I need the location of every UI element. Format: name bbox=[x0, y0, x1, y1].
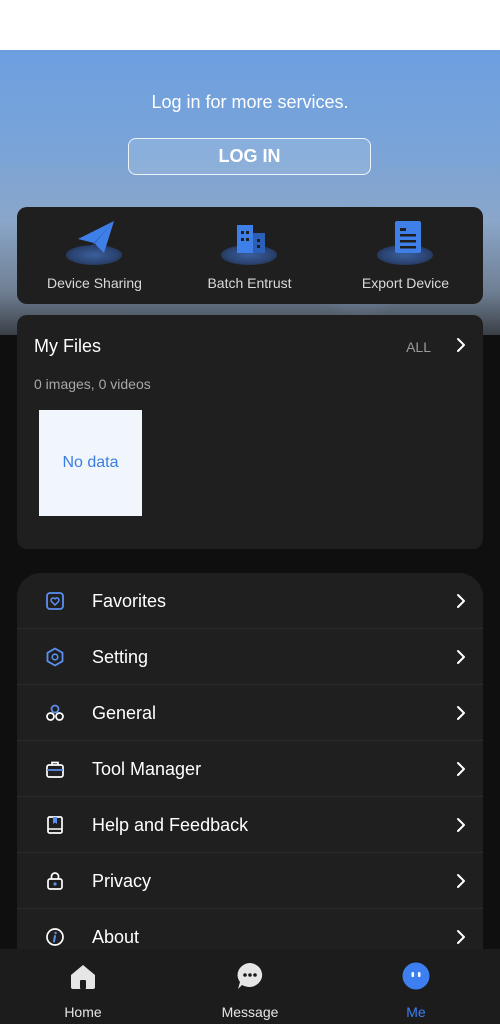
login-prompt: Log in for more services. bbox=[151, 92, 349, 112]
menu-item-help-feedback[interactable]: Help and Feedback bbox=[17, 797, 483, 853]
tab-message[interactable]: Message bbox=[167, 949, 333, 1024]
tab-label: Me bbox=[406, 1004, 426, 1020]
hexagon-gear-icon bbox=[46, 647, 64, 667]
login-button[interactable]: LOG IN bbox=[128, 138, 371, 175]
heart-box-icon bbox=[46, 592, 64, 610]
chevron-right-icon bbox=[457, 818, 465, 832]
menu-item-tool-manager[interactable]: Tool Manager bbox=[17, 741, 483, 797]
chevron-right-icon bbox=[457, 706, 465, 720]
bottom-tab-bar: Home Message Me bbox=[0, 949, 500, 1024]
export-device-icon-wrap bbox=[375, 217, 435, 269]
menu-item-privacy[interactable]: Privacy bbox=[17, 853, 483, 909]
tab-home[interactable]: Home bbox=[0, 949, 166, 1024]
menu-item-general[interactable]: General bbox=[17, 685, 483, 741]
menu-item-setting[interactable]: Setting bbox=[17, 629, 483, 685]
empty-files-placeholder: No data bbox=[39, 410, 142, 516]
chevron-right-icon bbox=[457, 874, 465, 888]
document-icon bbox=[395, 221, 421, 253]
info-icon bbox=[46, 928, 64, 946]
chevron-right-icon bbox=[457, 762, 465, 776]
paper-plane-icon bbox=[78, 221, 114, 253]
view-all-files-link[interactable]: ALL bbox=[406, 339, 431, 355]
quick-action-label: Batch Entrust bbox=[207, 275, 292, 291]
quick-action-label: Device Sharing bbox=[47, 275, 142, 291]
lock-icon bbox=[47, 872, 63, 890]
menu-item-label: Tool Manager bbox=[92, 759, 202, 779]
face-icon bbox=[402, 962, 430, 990]
tab-me[interactable]: Me bbox=[333, 949, 499, 1024]
buildings-icon bbox=[237, 225, 265, 253]
menu-item-label: General bbox=[92, 703, 157, 723]
chevron-right-icon bbox=[457, 930, 465, 944]
quick-actions-card: Device Sharing Batch Entrust Export Devi… bbox=[17, 207, 483, 304]
tab-label: Home bbox=[64, 1004, 102, 1020]
quick-action-label: Export Device bbox=[361, 275, 450, 291]
files-summary: 0 images, 0 videos bbox=[34, 376, 151, 392]
book-icon bbox=[47, 816, 63, 834]
menu-item-label: Privacy bbox=[92, 871, 152, 891]
chevron-right-icon bbox=[457, 650, 465, 664]
chevron-right-icon bbox=[457, 594, 465, 608]
device-sharing-icon-wrap bbox=[64, 217, 124, 269]
batch-entrust-icon-wrap bbox=[219, 217, 279, 269]
menu-item-label: About bbox=[92, 927, 140, 947]
home-icon bbox=[71, 965, 95, 989]
menu-item-label: Favorites bbox=[92, 591, 167, 611]
three-circles-icon bbox=[46, 704, 64, 721]
batch-entrust-button[interactable]: Batch Entrust bbox=[172, 207, 327, 304]
device-sharing-button[interactable]: Device Sharing bbox=[17, 207, 172, 304]
export-device-button[interactable]: Export Device bbox=[328, 207, 483, 304]
chevron-right-icon[interactable] bbox=[456, 337, 466, 353]
toolbox-icon bbox=[46, 761, 64, 778]
menu-item-favorites[interactable]: Favorites bbox=[17, 573, 483, 629]
chat-bubble-icon bbox=[237, 963, 263, 989]
menu-item-label: Help and Feedback bbox=[92, 815, 249, 835]
my-files-card: My Files ALL 0 images, 0 videos No data bbox=[17, 315, 483, 549]
tab-label: Message bbox=[221, 1004, 279, 1020]
status-bar bbox=[0, 0, 500, 50]
my-files-title: My Files bbox=[34, 336, 101, 356]
menu-item-label: Setting bbox=[92, 647, 149, 667]
settings-menu: Favorites Setting General Tool Manager H… bbox=[17, 573, 483, 973]
